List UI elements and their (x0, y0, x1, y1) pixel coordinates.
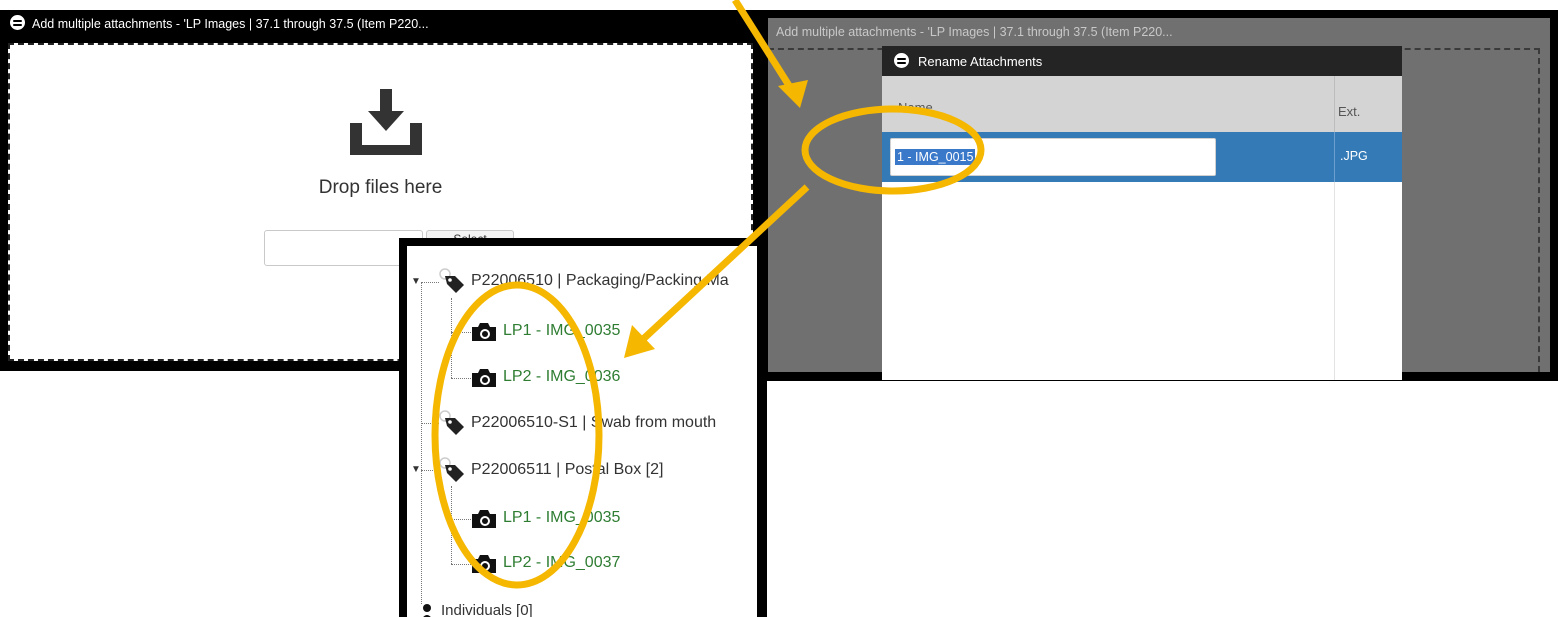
tree-item-label: LP1 - IMG_0035 (503, 322, 621, 339)
table-header: Name Ext. (882, 76, 1402, 132)
drop-files-label: Drop files here (318, 177, 443, 198)
app-logo-icon (10, 15, 25, 30)
table-row[interactable]: 1 - IMG_0015 .JPG (882, 132, 1402, 182)
tree-item-label: LP2 - IMG_0037 (503, 554, 621, 571)
download-tray-icon (350, 89, 422, 155)
camera-icon (472, 369, 496, 387)
tree-item-group[interactable]: Individuals [0] (441, 602, 533, 617)
tag-icon (439, 268, 464, 293)
name-edit-field[interactable]: 1 - IMG_0015 (890, 138, 1216, 176)
tree-item-attachment[interactable]: LP2 - IMG_0037 (471, 552, 620, 574)
item-tree: ▼ ▼ P22006510 | Packaging/Packing Ma LP1… (407, 246, 757, 617)
tree-item-label: P22006510 | Packaging/Packing Ma (471, 272, 729, 289)
tag-icon (439, 410, 464, 435)
expand-toggle[interactable]: ▼ (411, 276, 421, 287)
tree-item-attachment[interactable]: LP1 - IMG_0035 (471, 507, 620, 529)
tree-item-attachment[interactable]: LP1 - IMG_0035 (471, 320, 620, 342)
selected-name-text: 1 - IMG_0015 (895, 149, 976, 165)
tree-item-attachment[interactable]: LP2 - IMG_0036 (471, 366, 620, 388)
tree-connector (451, 332, 471, 333)
column-divider (1334, 132, 1335, 182)
camera-icon (472, 323, 496, 341)
background-window: Add multiple attachments - 'LP Images | … (768, 18, 1550, 380)
window-titlebar: Add multiple attachments - 'LP Images | … (0, 10, 763, 37)
column-header-name[interactable]: Name (898, 100, 933, 115)
tree-item-group[interactable]: P22006511 | Postal Box [2] (437, 457, 663, 483)
tree-connector (451, 378, 471, 379)
tree-item-label: LP1 - IMG_0035 (503, 509, 621, 526)
background-window-title: Add multiple attachments - 'LP Images | … (776, 25, 1173, 39)
tree-item-label: Individuals [0] (441, 602, 533, 617)
expand-toggle[interactable]: ▼ (411, 464, 421, 475)
dialog-title: Rename Attachments (918, 53, 1043, 69)
tree-connector (451, 298, 452, 378)
tree-item-label: P22006511 | Postal Box [2] (471, 461, 664, 478)
tree-view-panel: ▼ ▼ P22006510 | Packaging/Packing Ma LP1… (399, 238, 767, 617)
column-header-ext[interactable]: Ext. (1338, 104, 1360, 119)
ext-cell: .JPG (1340, 149, 1368, 163)
tree-item-group[interactable]: P22006510-S1 | Swab from mouth (437, 410, 716, 436)
person-icon (423, 604, 431, 617)
camera-icon (472, 555, 496, 573)
tree-item-label: P22006510-S1 | Swab from mouth (471, 414, 717, 431)
tree-item-group[interactable]: P22006510 | Packaging/Packing Ma (437, 268, 729, 294)
tree-connector (421, 282, 422, 604)
column-divider (1334, 182, 1335, 380)
column-divider (1334, 76, 1335, 132)
dialog-header: Rename Attachments (882, 46, 1402, 76)
app-logo-icon (894, 53, 909, 68)
camera-icon (472, 510, 496, 528)
tree-connector (451, 519, 471, 520)
tree-connector (451, 486, 452, 564)
tag-icon (439, 457, 464, 482)
tree-connector (451, 564, 471, 565)
rename-attachments-dialog: Rename Attachments Name Ext. 1 - IMG_001… (882, 46, 1402, 380)
tree-item-label: LP2 - IMG_0036 (503, 368, 621, 385)
window-title: Add multiple attachments - 'LP Images | … (32, 16, 429, 31)
rename-window: Add multiple attachments - 'LP Images | … (762, 10, 1558, 381)
